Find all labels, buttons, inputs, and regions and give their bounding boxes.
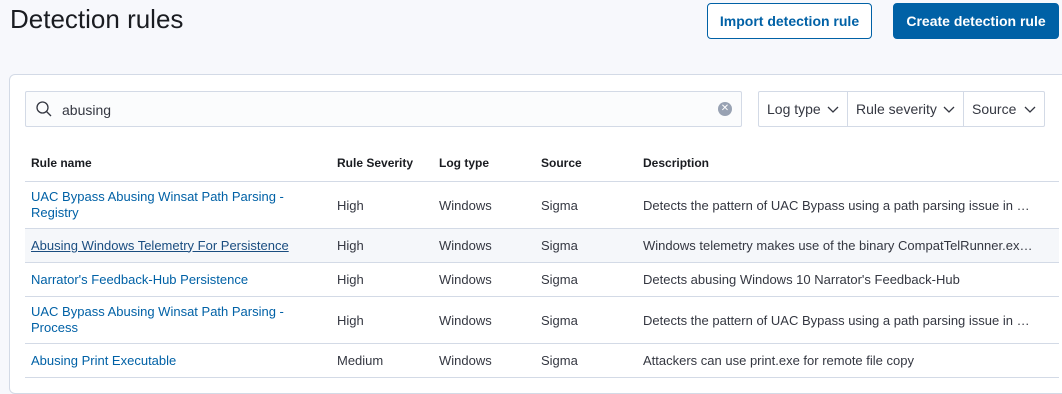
log-type-filter-label: Log type — [767, 101, 821, 117]
column-header-log-type[interactable]: Log type — [433, 145, 535, 182]
source-filter-label: Source — [972, 101, 1017, 117]
description-cell: Detects abusing Windows 10 Narrator's Fe… — [637, 262, 1059, 297]
rule-name-link[interactable]: Abusing Windows Telemetry For Persistenc… — [31, 238, 325, 254]
column-header-rule-name[interactable]: Rule name — [25, 145, 331, 182]
source-filter[interactable]: Source — [964, 92, 1044, 126]
filter-group: Log type Rule severity Source — [758, 91, 1045, 127]
column-header-source[interactable]: Source — [535, 145, 637, 182]
import-detection-rule-button[interactable]: Import detection rule — [707, 3, 872, 39]
table-row[interactable]: UAC Bypass Abusing Winsat Path Parsing -… — [25, 296, 1059, 344]
log-type-cell: Windows — [433, 181, 535, 229]
log-type-cell: Windows — [433, 262, 535, 297]
rule-severity-filter[interactable]: Rule severity — [848, 92, 964, 126]
chevron-down-icon — [943, 101, 955, 117]
description-cell: Detects the pattern of UAC Bypass using … — [637, 181, 1059, 229]
log-type-cell: Windows — [433, 296, 535, 344]
table-row[interactable]: Abusing Print Executable Medium Windows … — [25, 343, 1059, 378]
source-cell: Sigma — [535, 343, 637, 378]
log-type-filter[interactable]: Log type — [759, 92, 848, 126]
rules-table: Rule name Rule Severity Log type Source … — [25, 145, 1059, 378]
rule-name-link[interactable]: UAC Bypass Abusing Winsat Path Parsing -… — [31, 189, 325, 221]
source-cell: Sigma — [535, 296, 637, 344]
source-cell: Sigma — [535, 181, 637, 229]
table-row[interactable]: Abusing Windows Telemetry For Persistenc… — [25, 228, 1059, 263]
rules-panel: ✕ Log type Rule severity Source — [9, 74, 1062, 394]
search-box: ✕ — [25, 91, 742, 127]
rule-severity-cell: Medium — [331, 343, 433, 378]
chevron-down-icon — [827, 101, 839, 117]
rule-severity-cell: High — [331, 228, 433, 263]
column-header-rule-severity[interactable]: Rule Severity — [331, 145, 433, 182]
search-input[interactable] — [60, 98, 704, 122]
source-cell: Sigma — [535, 228, 637, 263]
rule-severity-cell: High — [331, 296, 433, 344]
page-title: Detection rules — [10, 4, 184, 34]
rule-name-link[interactable]: Abusing Print Executable — [31, 353, 325, 369]
table-row[interactable]: Narrator's Feedback-Hub Persistence High… — [25, 262, 1059, 297]
source-cell: Sigma — [535, 262, 637, 297]
rule-name-link[interactable]: UAC Bypass Abusing Winsat Path Parsing -… — [31, 304, 325, 336]
log-type-cell: Windows — [433, 343, 535, 378]
description-cell: Attackers can use print.exe for remote f… — [637, 343, 1059, 378]
table-row[interactable]: UAC Bypass Abusing Winsat Path Parsing -… — [25, 181, 1059, 229]
rule-severity-cell: High — [331, 181, 433, 229]
description-cell: Detects the pattern of UAC Bypass using … — [637, 296, 1059, 344]
log-type-cell: Windows — [433, 228, 535, 263]
create-detection-rule-button[interactable]: Create detection rule — [893, 3, 1059, 39]
rule-severity-cell: High — [331, 262, 433, 297]
rule-severity-filter-label: Rule severity — [856, 101, 937, 117]
chevron-down-icon — [1024, 101, 1036, 117]
column-header-description[interactable]: Description — [637, 145, 1059, 182]
clear-icon[interactable]: ✕ — [718, 102, 732, 116]
rule-name-link[interactable]: Narrator's Feedback-Hub Persistence — [31, 272, 325, 288]
description-cell: Windows telemetry makes use of the binar… — [637, 228, 1059, 263]
table-header-row: Rule name Rule Severity Log type Source … — [25, 145, 1059, 182]
search-icon — [35, 100, 53, 123]
